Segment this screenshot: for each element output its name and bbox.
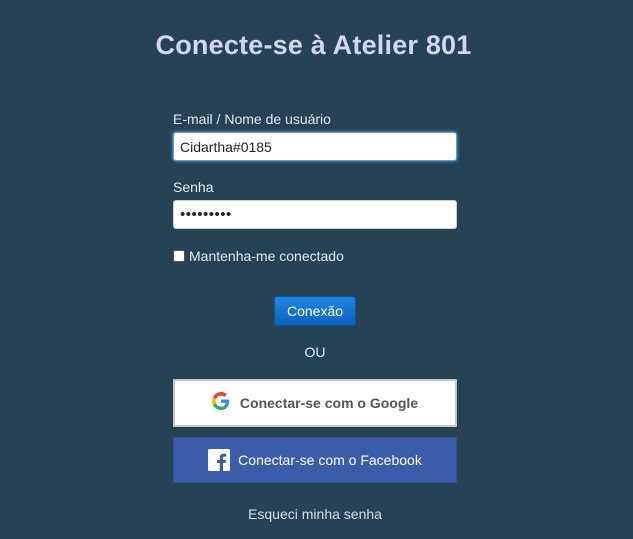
page-title: Conecte-se à Atelier 801 — [155, 30, 472, 60]
or-divider: OU — [304, 344, 326, 360]
remember-me[interactable]: Mantenha-me conectado — [173, 248, 344, 264]
facebook-icon — [208, 449, 231, 471]
google-icon — [211, 391, 230, 415]
password-label: Senha — [173, 179, 214, 195]
remember-label[interactable]: Mantenha-me conectado — [189, 248, 344, 264]
password-input[interactable] — [173, 200, 457, 229]
remember-checkbox[interactable] — [173, 250, 185, 262]
facebook-login-label: Conectar-se com o Facebook — [238, 452, 422, 468]
google-login-label: Conectar-se com o Google — [239, 395, 419, 411]
login-button[interactable]: Conexão — [274, 296, 356, 326]
email-input[interactable] — [173, 132, 457, 161]
facebook-login-button[interactable]: Conectar-se com o Facebook — [173, 437, 457, 483]
email-label: E-mail / Nome de usuário — [173, 111, 331, 127]
forgot-password-link[interactable]: Esqueci minha senha — [0, 506, 630, 522]
google-login-button[interactable]: Conectar-se com o Google — [173, 379, 457, 427]
